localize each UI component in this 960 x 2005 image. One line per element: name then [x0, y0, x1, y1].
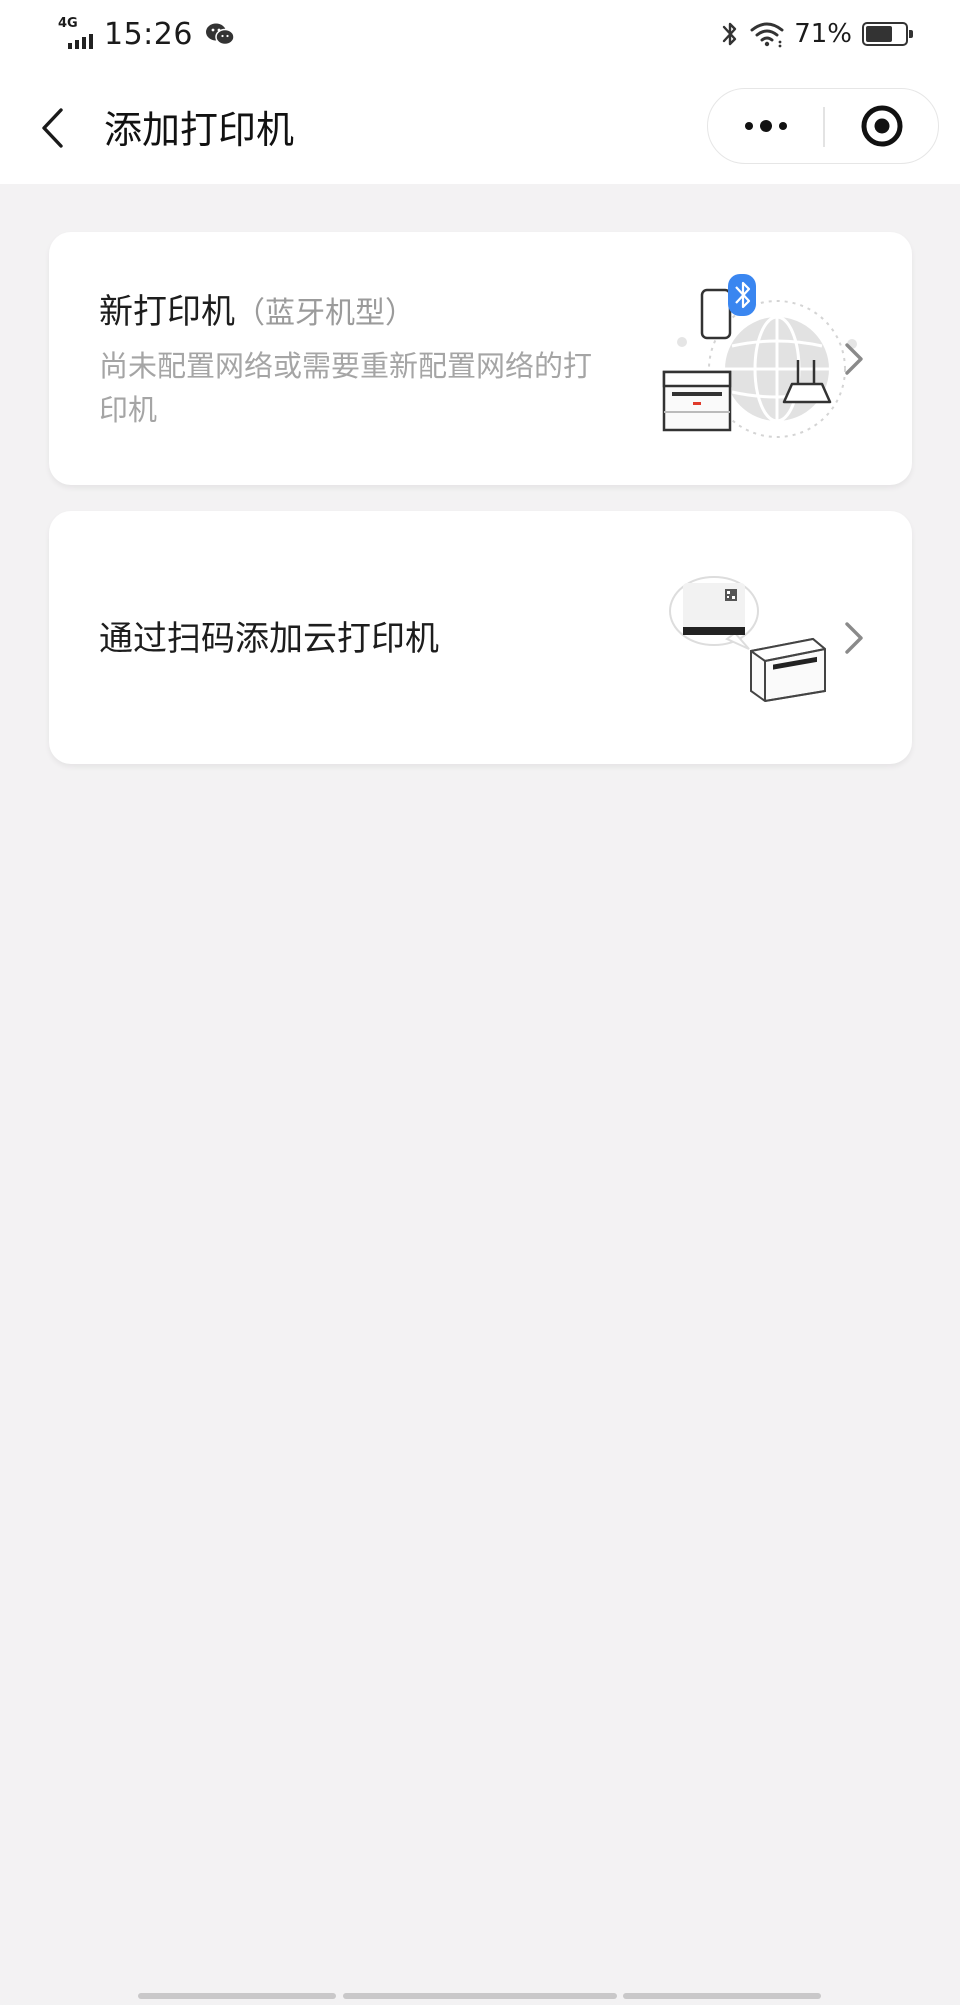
- bluetooth-icon: [723, 22, 737, 46]
- option-title: 通过扫码添加云打印机: [99, 619, 439, 659]
- option-title: 新打印机（蓝牙机型）: [99, 288, 415, 338]
- chevron-right-icon: [845, 622, 863, 654]
- target-close-icon: [861, 105, 902, 147]
- wechat-icon: [205, 23, 235, 46]
- home-indicator-segment: [623, 1993, 821, 1999]
- more-dots-icon: [744, 120, 787, 132]
- status-left: 4G 15:26: [58, 14, 235, 54]
- status-bar: 4G 15:26 71%: [0, 0, 960, 66]
- battery-icon: [862, 22, 913, 46]
- back-button[interactable]: [30, 96, 74, 160]
- option-card-scan-cloud-printer[interactable]: 通过扫码添加云打印机: [49, 511, 912, 764]
- chevron-right-icon: [845, 343, 863, 375]
- option-title-text: 新打印机: [99, 292, 235, 332]
- option-card-new-bluetooth-printer[interactable]: 新打印机（蓝牙机型） 尚未配置网络或需要重新配置网络的打印机: [49, 232, 912, 485]
- option-title-note: （蓝牙机型）: [235, 296, 415, 331]
- battery-percent: 71%: [794, 19, 852, 49]
- option-description: 尚未配置网络或需要重新配置网络的打印机: [99, 349, 593, 427]
- battery-fill: [866, 26, 892, 42]
- signal-icon: 4G: [58, 17, 98, 51]
- home-indicator-segment: [138, 1993, 336, 1999]
- scan-printer-illustration: [669, 576, 826, 703]
- page-title: 添加打印机: [104, 108, 295, 152]
- mini-program-capsule: [707, 88, 939, 164]
- nav-bar: 添加打印机: [0, 66, 960, 184]
- close-button[interactable]: [825, 89, 938, 163]
- chevron-left-icon: [42, 108, 63, 148]
- home-indicator-segment: [343, 1993, 617, 1999]
- more-button[interactable]: [708, 89, 823, 163]
- wifi-icon: [750, 22, 784, 48]
- network-type: 4G: [58, 16, 78, 31]
- status-time: 15:26: [104, 16, 193, 52]
- status-right: 71%: [720, 14, 913, 54]
